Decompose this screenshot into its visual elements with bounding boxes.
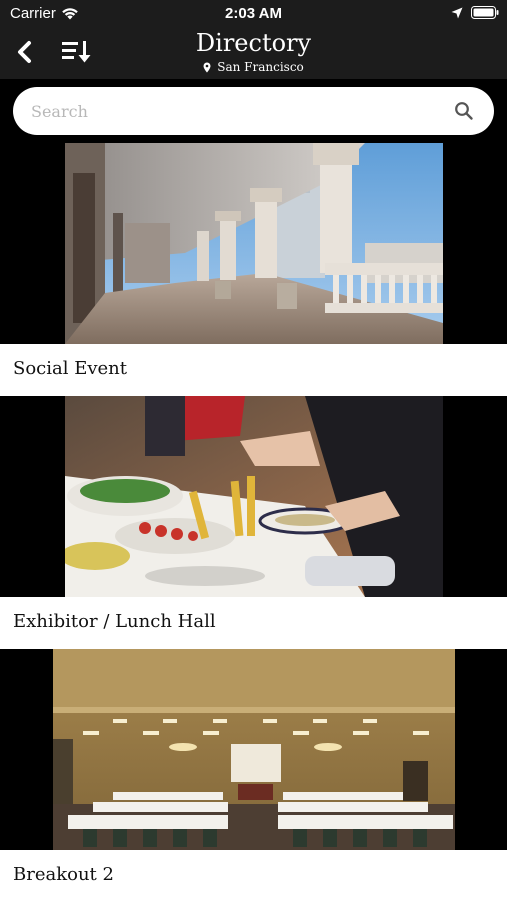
- navigation-bar: Directory San Francisco: [0, 28, 507, 79]
- room-photo: [65, 143, 443, 344]
- map-pin-icon: [203, 62, 211, 72]
- room-name: Breakout 2: [0, 850, 507, 900]
- status-bar: Carrier 2:03 AM: [0, 0, 507, 28]
- search-icon[interactable]: [454, 101, 474, 121]
- page-title: Directory: [195, 29, 312, 57]
- room-photo: [65, 396, 443, 597]
- location-arrow-icon: [451, 7, 463, 18]
- search-bar: [13, 87, 494, 135]
- location-label: San Francisco: [217, 60, 304, 74]
- room-name: Exhibitor / Lunch Hall: [0, 597, 507, 649]
- search-input[interactable]: [31, 99, 431, 123]
- status-time: 2:03 AM: [225, 5, 282, 22]
- room-photo: [53, 649, 455, 850]
- location-subtitle: San Francisco: [0, 60, 507, 74]
- battery-icon: [471, 6, 499, 19]
- room-name: Social Event: [0, 344, 507, 396]
